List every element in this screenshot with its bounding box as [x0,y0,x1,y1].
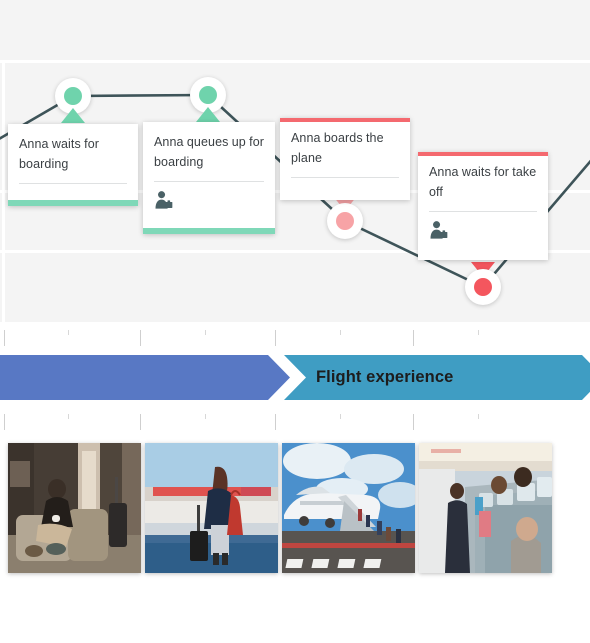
touchpoint-card[interactable]: Anna queues up for boarding [143,122,275,234]
ruler-tick [478,330,479,335]
ruler-tick [205,330,206,335]
card-divider [291,177,399,178]
card-divider [19,183,127,184]
touchpoint-card[interactable]: Anna boards the plane [280,118,410,200]
card-accent-bar-bottom [143,228,275,234]
person-with-bag-icon [430,221,448,239]
ruler-tick [68,414,69,419]
card-accent-bar-top [418,152,548,156]
marker-dot [64,87,82,105]
touchpoint-photo[interactable] [419,443,552,573]
marker-pointer-triangle [61,108,85,123]
ruler-tick [140,414,141,430]
ruler-tick [68,330,69,335]
ruler-tick [413,414,414,430]
ruler-tick [205,414,206,419]
marker-dot [199,86,217,104]
ruler-tick [275,330,276,346]
ruler-tick [340,330,341,335]
ruler-tick [478,414,479,419]
touchpoint-photo[interactable] [8,443,141,573]
card-accent-bar-top [280,118,410,122]
touchpoint-photo[interactable] [282,443,415,573]
ruler-tick [275,414,276,430]
card-accent-bar-bottom [8,200,138,206]
marker-dot [336,212,354,230]
card-divider [429,211,537,212]
sentiment-marker-negative[interactable] [465,269,501,305]
person-with-bag-icon [155,191,173,209]
ruler-tick [413,330,414,346]
stage-segment-previous[interactable] [0,355,290,400]
touchpoint-card[interactable]: Anna waits for boarding [8,124,138,206]
photo-gate-window [145,443,278,573]
touchpoint-photo[interactable] [145,443,278,573]
touchpoint-photo-strip [0,443,590,573]
ruler-tick [4,330,5,346]
photo-cabin-aisle [419,443,552,573]
touchpoint-card-title: Anna waits for take off [429,165,537,199]
stage-label: Flight experience [316,368,454,386]
marker-pointer-triangle [196,107,220,122]
stage-segment-flight-experience[interactable]: Flight experience [284,355,590,400]
card-divider [154,181,264,182]
marker-dot [474,278,492,296]
ruler-tick [140,330,141,346]
ruler-tick [4,414,5,430]
stage-ribbon: Flight experience [0,355,590,400]
sentiment-marker-negative[interactable] [327,203,363,239]
touchpoint-card-title: Anna queues up for boarding [154,135,265,169]
touchpoint-card-title: Anna boards the plane [291,131,384,165]
photo-lounge-waiting [8,443,141,573]
photo-boarding-stairs [282,443,415,573]
journey-map-canvas: Anna waits for boarding Anna queues up f… [0,0,590,322]
touchpoint-card-title: Anna waits for boarding [19,137,100,171]
touchpoint-card[interactable]: Anna waits for take off [418,152,548,260]
timeline-ruler-bottom [0,400,590,443]
timeline-ruler-top [0,322,590,355]
ruler-tick [340,414,341,419]
